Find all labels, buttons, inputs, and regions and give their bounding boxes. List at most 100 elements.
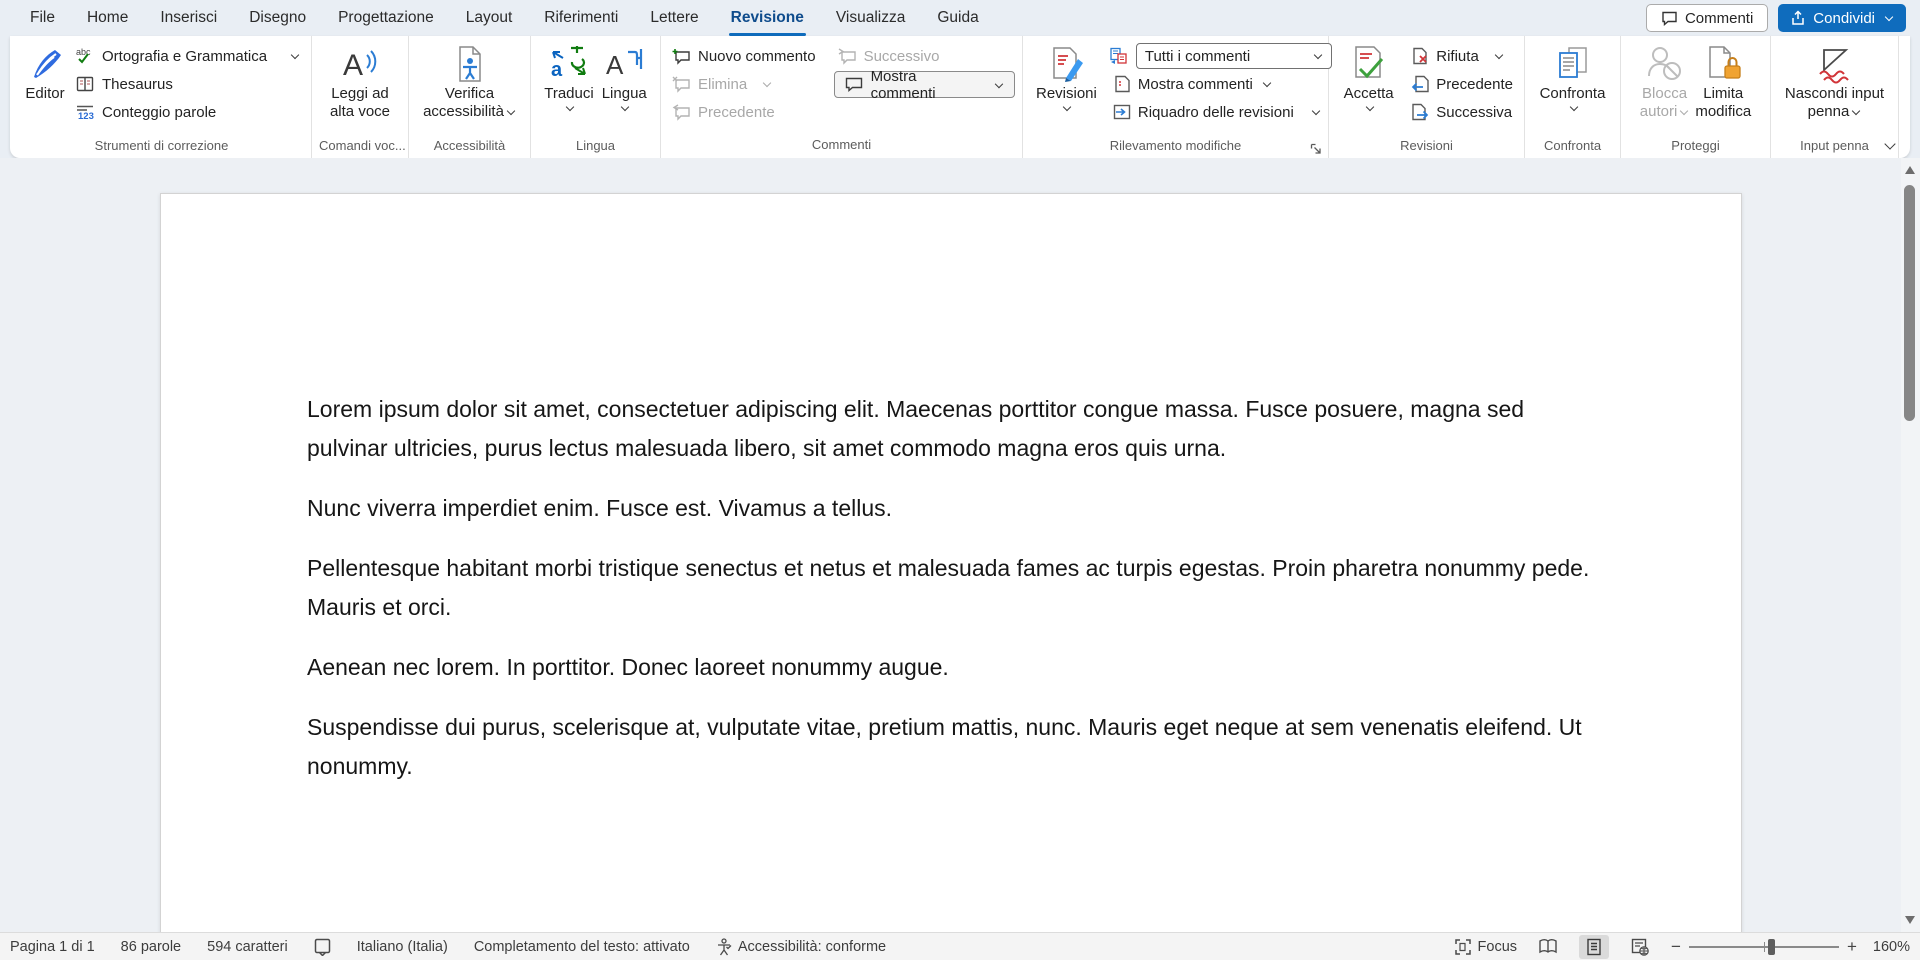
zoom-slider-thumb[interactable] xyxy=(1768,939,1775,955)
translate-button[interactable]: a Traduci xyxy=(542,41,595,137)
ribbon-tabs: File Home Inserisci Disegno Progettazion… xyxy=(14,0,995,36)
reject-label: Rifiuta xyxy=(1436,48,1479,65)
paragraph[interactable]: Pellentesque habitant morbi tristique se… xyxy=(307,549,1595,627)
spelling-chevron-icon[interactable] xyxy=(291,51,299,59)
track-changes-label: Revisioni xyxy=(1036,85,1097,103)
page-indicator[interactable]: Pagina 1 di 1 xyxy=(10,939,95,955)
scrollbar-thumb[interactable] xyxy=(1904,185,1915,421)
previous-comment-label: Precedente xyxy=(698,104,775,121)
scroll-up-arrow-icon[interactable] xyxy=(1905,166,1915,174)
tab-revisione[interactable]: Revisione xyxy=(715,0,820,36)
block-authors-button[interactable]: Blocca autori xyxy=(1638,41,1692,137)
show-markup-button[interactable]: Mostra commenti xyxy=(1109,71,1332,97)
language-button[interactable]: A Lingua xyxy=(600,41,649,137)
comments-button[interactable]: Commenti xyxy=(1646,4,1768,32)
combo-chevron-icon xyxy=(1314,51,1322,59)
print-layout-button[interactable] xyxy=(1579,935,1609,959)
reviewing-pane-button[interactable]: Riquadro delle revisioni xyxy=(1109,99,1332,125)
tab-home[interactable]: Home xyxy=(71,0,144,36)
track-changes-chevron-icon[interactable] xyxy=(1063,103,1071,111)
check-accessibility-button[interactable]: Verifica accessibilità xyxy=(417,41,522,137)
document-text[interactable]: Lorem ipsum dolor sit amet, consectetuer… xyxy=(307,390,1595,807)
accept-button[interactable]: Accetta xyxy=(1336,41,1401,137)
editor-button[interactable]: Editor xyxy=(19,41,71,137)
show-comments-chevron-icon[interactable] xyxy=(995,79,1003,87)
language-indicator[interactable]: Italiano (Italia) xyxy=(357,939,448,955)
next-change-button[interactable]: Successiva xyxy=(1407,99,1517,125)
vertical-scrollbar[interactable] xyxy=(1901,158,1920,932)
web-layout-button[interactable] xyxy=(1625,935,1655,959)
previous-comment-button[interactable]: Precedente xyxy=(668,99,820,125)
compare-button[interactable]: Confronta xyxy=(1534,41,1612,137)
read-mode-icon xyxy=(1538,938,1558,955)
scroll-down-arrow-icon[interactable] xyxy=(1905,916,1915,924)
show-markup-chevron-icon[interactable] xyxy=(1263,79,1271,87)
reject-chevron-icon[interactable] xyxy=(1495,51,1503,59)
share-dropdown-chevron-icon[interactable] xyxy=(1885,13,1893,21)
accept-chevron-icon[interactable] xyxy=(1365,103,1373,111)
hide-ink-chevron-icon[interactable] xyxy=(1852,107,1860,115)
translate-chevron-icon[interactable] xyxy=(566,103,574,111)
share-button[interactable]: Condividi xyxy=(1778,4,1906,32)
word-count-button[interactable]: 123 Conteggio parole xyxy=(71,99,304,125)
tab-visualizza[interactable]: Visualizza xyxy=(820,0,922,36)
reviewing-pane-chevron-icon[interactable] xyxy=(1312,107,1320,115)
hide-ink-label-1: Nascondi input xyxy=(1785,85,1884,103)
zoom-level-indicator[interactable]: 160% xyxy=(1873,939,1910,955)
show-comments-button[interactable]: Mostra commenti xyxy=(834,71,1015,98)
tab-guida[interactable]: Guida xyxy=(921,0,994,36)
paragraph[interactable]: Nunc viverra imperdiet enim. Fusce est. … xyxy=(307,489,1595,528)
zoom-slider[interactable] xyxy=(1689,939,1839,955)
paragraph[interactable]: Lorem ipsum dolor sit amet, consectetuer… xyxy=(307,390,1595,468)
read-mode-button[interactable] xyxy=(1533,935,1563,959)
restrict-editing-button[interactable]: Limita modifica xyxy=(1693,41,1753,137)
hide-ink-button[interactable]: Nascondi input penna xyxy=(1779,41,1890,137)
zoom-in-button[interactable]: + xyxy=(1847,937,1857,957)
read-aloud-button[interactable]: A Leggi ad alta voce xyxy=(324,41,396,137)
accessibility-status[interactable]: Accessibilità: conforme xyxy=(716,938,886,956)
delete-comment-button[interactable]: Elimina xyxy=(668,71,820,97)
tab-riferimenti[interactable]: Riferimenti xyxy=(528,0,634,36)
word-count-indicator[interactable]: 86 parole xyxy=(121,939,181,955)
read-aloud-label-1: Leggi ad xyxy=(331,85,389,103)
svg-text:A: A xyxy=(606,50,624,80)
zoom-control: − + xyxy=(1671,937,1857,957)
svg-text:abc: abc xyxy=(76,47,91,57)
language-chevron-icon[interactable] xyxy=(621,103,629,111)
previous-change-button[interactable]: Precedente xyxy=(1407,71,1517,97)
tracking-dialog-launcher-icon[interactable] xyxy=(1310,143,1322,155)
group-changes: Accetta Rifiuta Pre xyxy=(1329,36,1525,158)
block-authors-label-2: autori xyxy=(1640,103,1690,121)
check-accessibility-label-1: Verifica xyxy=(445,85,494,103)
ribbon: Editor abc Ortografia e Grammatica xyxy=(10,36,1910,158)
zoom-out-button[interactable]: − xyxy=(1671,937,1681,957)
track-changes-button[interactable]: Revisioni xyxy=(1030,41,1103,137)
group-label-protect: Proteggi xyxy=(1628,137,1763,156)
svg-text:123: 123 xyxy=(78,111,94,121)
character-count-indicator[interactable]: 594 caratteri xyxy=(207,939,288,955)
reject-button[interactable]: Rifiuta xyxy=(1407,43,1517,69)
proofing-status-icon[interactable] xyxy=(314,938,331,956)
tab-progettazione[interactable]: Progettazione xyxy=(322,0,450,36)
compare-chevron-icon[interactable] xyxy=(1569,103,1577,111)
tab-lettere[interactable]: Lettere xyxy=(634,0,714,36)
accept-icon xyxy=(1350,43,1388,85)
group-accessibility: Verifica accessibilità Accessibilità xyxy=(409,36,531,158)
text-completion-indicator[interactable]: Completamento del testo: attivato xyxy=(474,939,690,955)
thesaurus-button[interactable]: Thesaurus xyxy=(71,71,304,97)
display-for-review-combobox[interactable]: Tutti i commenti xyxy=(1136,43,1332,69)
tab-layout[interactable]: Layout xyxy=(450,0,529,36)
new-comment-button[interactable]: Nuovo commento xyxy=(668,43,820,69)
tab-inserisci[interactable]: Inserisci xyxy=(144,0,233,36)
focus-mode-button[interactable]: Focus xyxy=(1454,938,1518,956)
accessibility-chevron-icon[interactable] xyxy=(507,107,515,115)
tab-file[interactable]: File xyxy=(14,0,71,36)
tab-disegno[interactable]: Disegno xyxy=(233,0,322,36)
paragraph[interactable]: Suspendisse dui purus, scelerisque at, v… xyxy=(307,708,1595,786)
paragraph[interactable]: Aenean nec lorem. In porttitor. Donec la… xyxy=(307,648,1595,687)
spelling-grammar-button[interactable]: abc Ortografia e Grammatica xyxy=(71,43,304,69)
show-comments-label: Mostra commenti xyxy=(871,68,981,102)
new-comment-label: Nuovo commento xyxy=(698,48,816,65)
next-comment-button[interactable]: Successivo xyxy=(834,43,1015,69)
document-page[interactable]: Lorem ipsum dolor sit amet, consectetuer… xyxy=(160,193,1742,932)
